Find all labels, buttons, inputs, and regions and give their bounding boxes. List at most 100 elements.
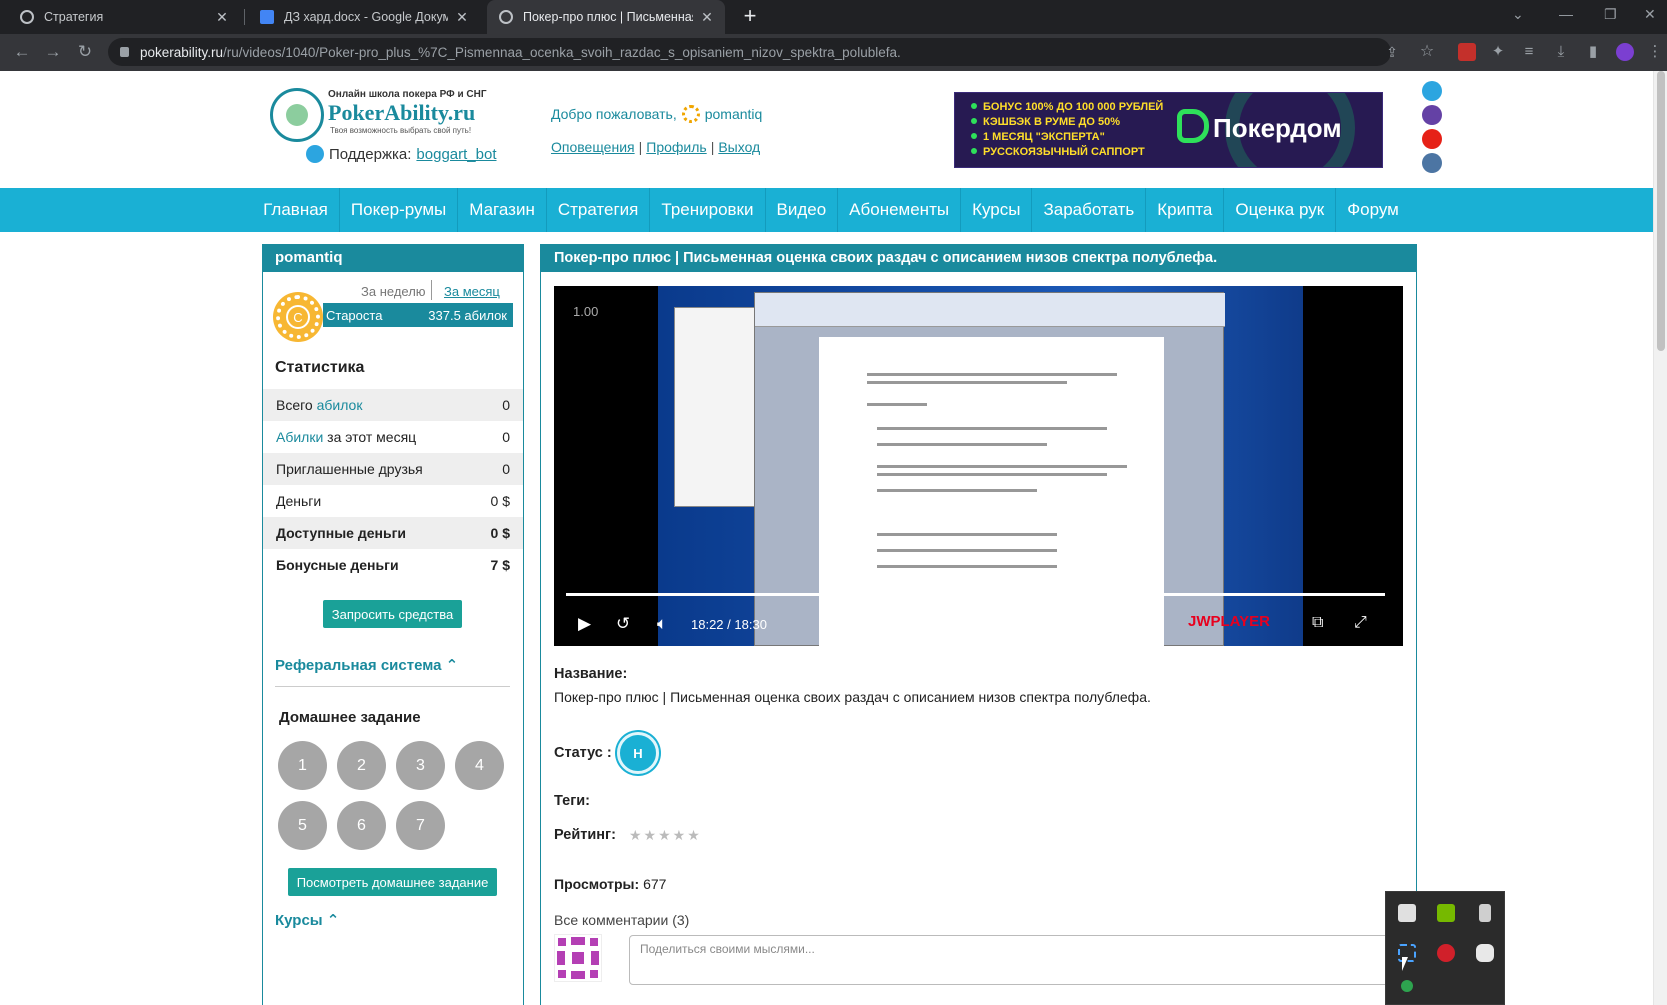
- support-bot-link[interactable]: boggart_bot: [416, 146, 496, 163]
- volume-icon[interactable]: 🔈︎: [657, 614, 667, 634]
- period-divider: [431, 280, 432, 300]
- stat-row: Бонусные деньги 7 $: [263, 549, 523, 581]
- lock-icon: [120, 47, 129, 57]
- welcome-username[interactable]: pomantiq: [705, 106, 763, 122]
- close-tab-icon[interactable]: ✕: [699, 9, 715, 26]
- notifications-link[interactable]: Оповещения: [551, 139, 635, 155]
- telegram-icon: [306, 145, 324, 163]
- download-icon[interactable]: ⤓: [1551, 42, 1571, 62]
- stat-value: 0: [502, 397, 510, 413]
- close-tab-icon[interactable]: ✕: [454, 9, 470, 26]
- security-shield-icon[interactable]: [1398, 904, 1416, 922]
- telegram-icon[interactable]: [1422, 81, 1442, 101]
- close-window-icon[interactable]: ✕: [1644, 6, 1656, 23]
- homework-item[interactable]: 2: [337, 741, 386, 790]
- page-scrollbar[interactable]: [1653, 71, 1667, 1005]
- video-player[interactable]: 1.00 ▶ ↺ 🔈︎ 18:22 / 18:30 JWPLAYER ⧉ ⤢: [554, 286, 1403, 646]
- tab-strategy[interactable]: Стратегия ✕: [8, 0, 240, 34]
- profile-link[interactable]: Профиль: [646, 139, 706, 155]
- share-icon[interactable]: ⇪: [1382, 42, 1402, 62]
- views-value: 677: [643, 876, 667, 892]
- support-line: Поддержка: boggart_bot: [306, 145, 497, 163]
- profile-avatar-icon[interactable]: [1616, 43, 1634, 61]
- jwplayer-logo[interactable]: JWPLAYER: [1188, 613, 1270, 630]
- rewind-10-icon[interactable]: ↺: [616, 614, 630, 634]
- nav-shop[interactable]: Магазин: [458, 188, 547, 232]
- stat-label: Доступные деньги: [276, 525, 407, 541]
- tab-search-icon[interactable]: ⌄: [1512, 6, 1524, 23]
- nav-crypto[interactable]: Крипта: [1146, 188, 1225, 232]
- all-comments-label: Все комментарии (3): [554, 912, 690, 928]
- nav-trainings[interactable]: Тренировки: [650, 188, 766, 232]
- bookmark-star-icon[interactable]: ☆: [1417, 42, 1437, 62]
- stat-label-link[interactable]: абилок: [317, 397, 363, 413]
- reload-icon[interactable]: ↻: [75, 42, 95, 62]
- nav-subscriptions[interactable]: Абонементы: [838, 188, 962, 232]
- nav-courses[interactable]: Курсы: [961, 188, 1033, 232]
- user-sidebar: pomantiq За неделю За месяц Староста 337…: [262, 244, 524, 1005]
- nvidia-icon[interactable]: [1437, 904, 1455, 922]
- forward-arrow-icon[interactable]: →: [43, 42, 63, 62]
- stat-label-link[interactable]: Абилки: [276, 429, 323, 445]
- nav-strategy[interactable]: Стратегия: [547, 188, 651, 232]
- time-separator: /: [727, 617, 731, 632]
- logout-link[interactable]: Выход: [718, 139, 760, 155]
- homework-item[interactable]: 6: [337, 801, 386, 850]
- pokerdom-banner[interactable]: БОНУС 100% ДО 100 000 РУБЛЕЙ КЭШБЭК В РУ…: [954, 92, 1383, 168]
- extension-red-icon[interactable]: [1458, 43, 1476, 61]
- nav-hand-review[interactable]: Оценка рук: [1224, 188, 1337, 232]
- request-funds-button[interactable]: Запросить средства: [323, 600, 462, 628]
- new-tab-button[interactable]: +: [738, 5, 762, 29]
- homework-title: Домашнее задание: [279, 709, 421, 726]
- nav-home[interactable]: Главная: [252, 188, 340, 232]
- homework-item[interactable]: 5: [278, 801, 327, 850]
- comment-input[interactable]: Поделиться своими мыслями...: [629, 935, 1396, 985]
- scrollbar-thumb[interactable]: [1657, 71, 1665, 351]
- site-logo[interactable]: Онлайн школа покера РФ и СНГ PokerAbilit…: [270, 86, 500, 146]
- usb-drive-icon[interactable]: [1479, 904, 1491, 922]
- google-docs-icon: [260, 10, 274, 24]
- homework-item[interactable]: 3: [396, 741, 445, 790]
- nav-poker-rooms[interactable]: Покер-румы: [340, 188, 459, 232]
- homework-item[interactable]: 7: [396, 801, 445, 850]
- browser-menu-icon[interactable]: ⋮: [1645, 42, 1665, 62]
- rank-name: Староста: [326, 307, 383, 323]
- tab-title: Стратегия: [44, 10, 104, 24]
- browser-toolbar: ← → ↻ pokerability.ru/ru/videos/1040/Pok…: [0, 34, 1667, 71]
- restore-window-icon[interactable]: ❐: [1604, 6, 1617, 23]
- homework-item[interactable]: 1: [278, 741, 327, 790]
- homework-item[interactable]: 4: [455, 741, 504, 790]
- period-week-link[interactable]: За неделю: [361, 284, 426, 299]
- play-icon[interactable]: ▶: [578, 614, 591, 634]
- vk-icon[interactable]: [1422, 153, 1442, 173]
- green-app-icon[interactable]: [1401, 980, 1413, 992]
- period-month-link[interactable]: За месяц: [444, 284, 500, 299]
- view-homework-button[interactable]: Посмотреть домашнее задание: [288, 868, 497, 896]
- red-app-icon[interactable]: [1437, 944, 1455, 962]
- extensions-puzzle-icon[interactable]: ✦: [1488, 42, 1508, 62]
- close-tab-icon[interactable]: ✕: [214, 9, 230, 26]
- rating-stars[interactable]: ★★★★★: [629, 827, 702, 844]
- mouse-cursor: [1402, 957, 1414, 971]
- reading-list-icon[interactable]: ≡: [1519, 42, 1539, 62]
- progress-bar[interactable]: [566, 593, 1386, 596]
- minimize-window-icon[interactable]: —: [1559, 6, 1573, 22]
- back-arrow-icon[interactable]: ←: [12, 42, 32, 62]
- nav-video[interactable]: Видео: [766, 188, 839, 232]
- playback-rate[interactable]: 1.00: [573, 304, 598, 319]
- rank-chip-letter: С: [286, 305, 310, 329]
- tab-google-doc[interactable]: ДЗ хард.docx - Google Докумен ✕: [248, 0, 480, 34]
- nav-forum[interactable]: Форум: [1336, 188, 1410, 232]
- discord-icon[interactable]: [1476, 944, 1494, 962]
- nav-earn[interactable]: Заработать: [1032, 188, 1147, 232]
- status-label: Статус :: [554, 745, 612, 761]
- referral-toggle[interactable]: Реферальная система ⌃: [275, 656, 458, 674]
- address-bar[interactable]: pokerability.ru/ru/videos/1040/Poker-pro…: [108, 38, 1391, 66]
- side-panel-icon[interactable]: ▮: [1583, 42, 1603, 62]
- twitch-icon[interactable]: [1422, 105, 1442, 125]
- picture-in-picture-icon[interactable]: ⧉: [1312, 614, 1323, 632]
- fullscreen-icon[interactable]: ⤢: [1354, 614, 1367, 632]
- youtube-icon[interactable]: [1422, 129, 1442, 149]
- tab-pokerability-video[interactable]: Покер-про плюс | Письменная ✕: [487, 0, 725, 34]
- courses-toggle[interactable]: Курсы ⌃: [275, 911, 339, 929]
